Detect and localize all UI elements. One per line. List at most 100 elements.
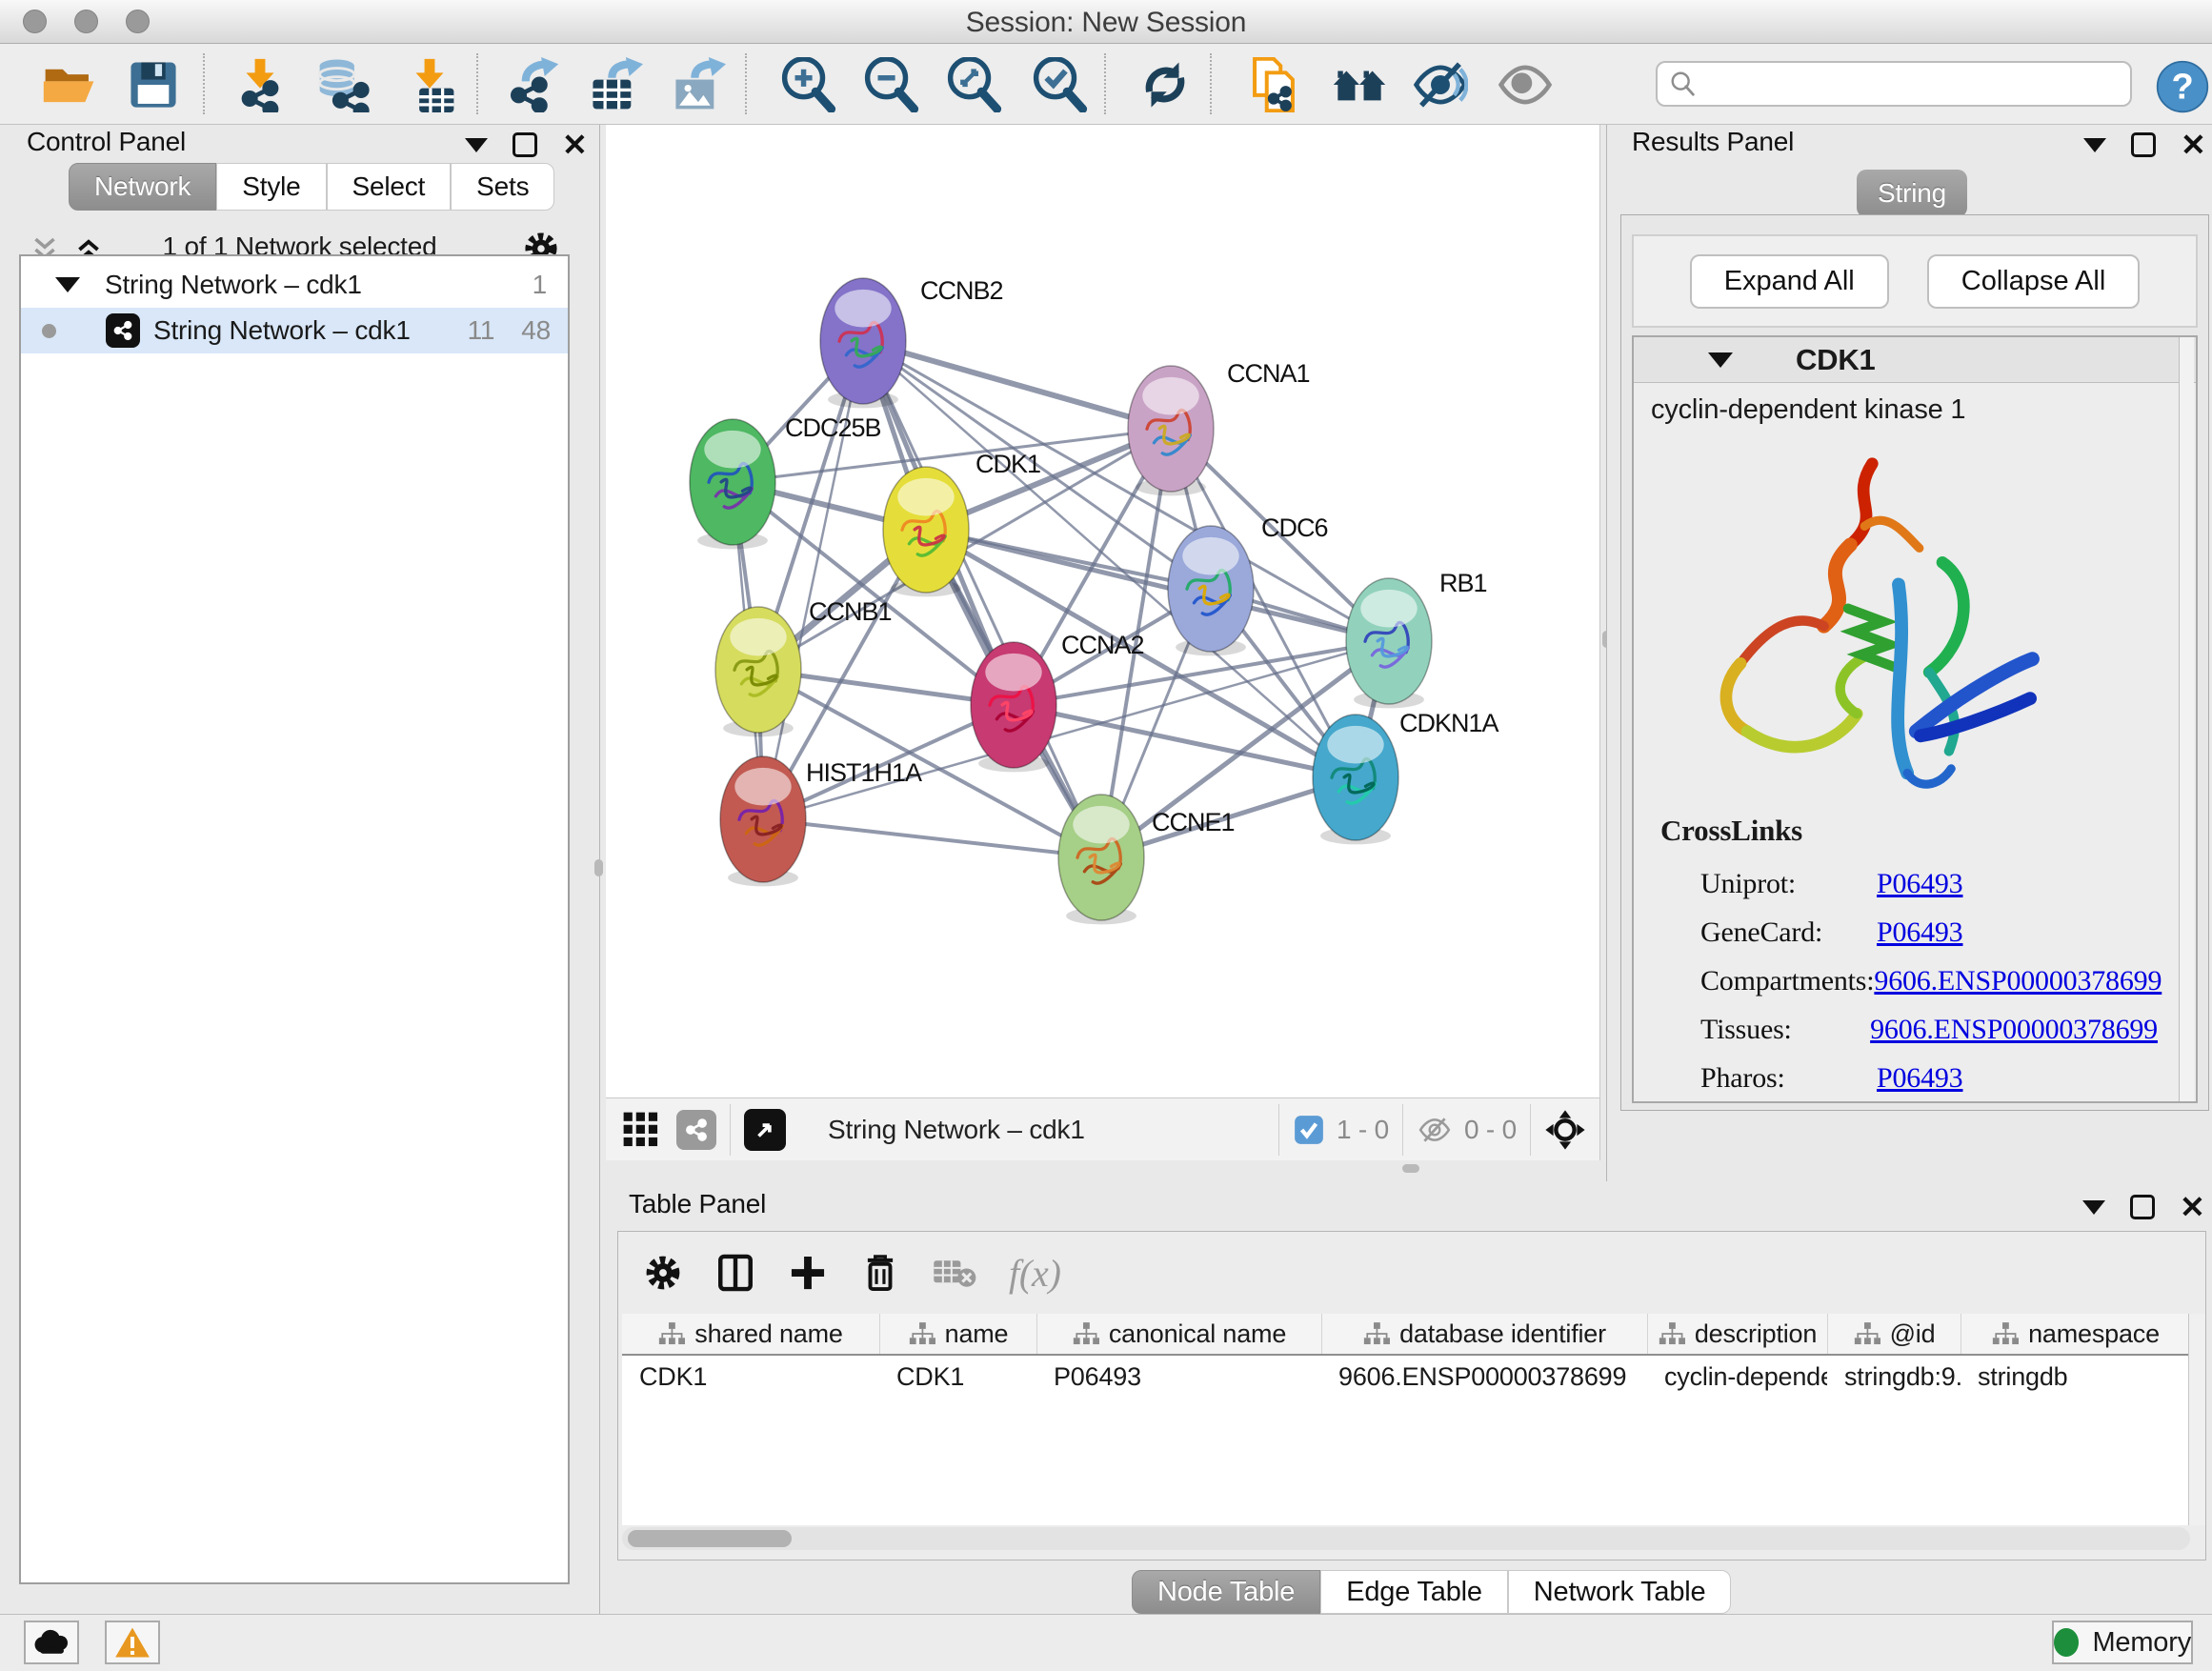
column-header-name[interactable]: name	[879, 1314, 1036, 1354]
panel-menu-icon[interactable]	[2083, 138, 2106, 152]
results-scrollbar[interactable]	[2179, 337, 2194, 1101]
table-horizontal-scrollbar[interactable]	[622, 1527, 2190, 1550]
table-cell[interactable]: 9606.ENSP00000378699	[1321, 1356, 1647, 1398]
tab-node-table[interactable]: Node Table	[1132, 1570, 1320, 1614]
add-column-icon[interactable]	[788, 1253, 828, 1293]
show-columns-icon[interactable]	[715, 1253, 755, 1293]
zoom-selected-icon[interactable]	[1033, 57, 1088, 112]
show-eye-icon[interactable]	[1498, 57, 1553, 112]
help-icon[interactable]: ?	[2155, 59, 2210, 114]
warnings-button[interactable]	[105, 1621, 160, 1664]
home-icon[interactable]	[1332, 57, 1387, 112]
search-input[interactable]	[1698, 69, 2098, 100]
panel-close-icon[interactable]: ✕	[2181, 132, 2206, 157]
panel-float-icon[interactable]	[513, 132, 537, 157]
column-header-database-identifier[interactable]: database identifier	[1321, 1314, 1647, 1354]
tab-edge-table[interactable]: Edge Table	[1320, 1570, 1508, 1614]
birds-eye-view-icon[interactable]	[1544, 1109, 1586, 1151]
panel-menu-icon[interactable]	[465, 138, 488, 152]
expand-collapse-row: Expand All Collapse All	[1632, 234, 2198, 328]
export-table-icon[interactable]	[588, 57, 643, 112]
panel-menu-icon[interactable]	[2082, 1200, 2105, 1215]
current-network-name: String Network – cdk1	[828, 1115, 1085, 1145]
toolbar-separator	[730, 1104, 731, 1156]
expand-all-button[interactable]: Expand All	[1690, 254, 1889, 309]
import-from-database-icon[interactable]	[316, 57, 372, 112]
tab-string[interactable]: String	[1857, 170, 1967, 217]
string-network-icon[interactable]	[676, 1110, 716, 1150]
table-row[interactable]: CDK1CDK1P064939606.ENSP00000378699cyclin…	[622, 1356, 2190, 1398]
collapse-all-button[interactable]: Collapse All	[1927, 254, 2141, 309]
table-cell[interactable]: CDK1	[879, 1356, 1036, 1398]
zoom-in-icon[interactable]	[781, 57, 836, 112]
save-session-icon[interactable]	[126, 57, 181, 112]
table-vertical-scrollbar[interactable]	[2188, 1314, 2205, 1525]
hidden-counts: 0 - 0	[1464, 1115, 1517, 1145]
crosslink-row: Tissues:9606.ENSP00000378699	[1700, 1005, 2158, 1054]
network-edge[interactable]	[926, 530, 1389, 641]
import-table-icon[interactable]	[402, 57, 457, 112]
open-session-icon[interactable]	[42, 57, 97, 112]
hide-selected-eye-icon[interactable]	[1413, 57, 1468, 112]
network-edge[interactable]	[863, 341, 1171, 429]
delete-table-icon[interactable]	[933, 1255, 976, 1291]
table-cell[interactable]: stringdb	[1961, 1356, 2190, 1398]
crosslink-link[interactable]: P06493	[1877, 1062, 1963, 1095]
export-network-icon[interactable]	[505, 57, 560, 112]
table-cell[interactable]: cyclin-dependent ...	[1647, 1356, 1827, 1398]
crosslink-link[interactable]: P06493	[1877, 916, 1963, 949]
main-toolbar: ?	[0, 44, 2212, 125]
network-edge[interactable]	[1014, 705, 1356, 777]
gene-section-header[interactable]: CDK1	[1634, 337, 2196, 383]
crosslink-link[interactable]: P06493	[1877, 868, 1963, 900]
panel-float-icon[interactable]	[2130, 1195, 2155, 1219]
column-header-description[interactable]: description	[1647, 1314, 1827, 1354]
toolbar-separator	[476, 53, 478, 114]
panel-float-icon[interactable]	[2131, 132, 2156, 157]
table-cell[interactable]: stringdb:9...	[1827, 1356, 1961, 1398]
import-network-icon[interactable]	[232, 57, 288, 112]
crosslink-link[interactable]: 9606.ENSP00000378699	[1874, 965, 2162, 997]
splitter-handle[interactable]	[594, 859, 603, 876]
column-header-namespace[interactable]: namespace	[1961, 1314, 2190, 1354]
memory-button[interactable]: Memory	[2052, 1621, 2193, 1664]
toolbar-separator	[1210, 53, 1212, 114]
zoom-fit-icon[interactable]	[947, 57, 1002, 112]
refresh-icon[interactable]	[1137, 57, 1193, 112]
protein-structure-image	[1679, 444, 2061, 806]
splitter-handle[interactable]	[1402, 1164, 1419, 1173]
duplicate-page-icon[interactable]	[1246, 57, 1301, 112]
function-builder-icon[interactable]: f(x)	[1009, 1251, 1061, 1296]
crosslink-link[interactable]: 9606.ENSP00000378699	[1870, 1014, 2158, 1046]
grid-view-icon[interactable]	[621, 1110, 661, 1150]
panel-close-icon[interactable]: ✕	[562, 132, 588, 157]
zoom-out-icon[interactable]	[864, 57, 919, 112]
table-options-gear-icon[interactable]	[643, 1253, 683, 1293]
node-label-CCNE1: CCNE1	[1152, 808, 1235, 836]
table-cell[interactable]: P06493	[1036, 1356, 1321, 1398]
export-image-icon[interactable]	[671, 57, 726, 112]
section-collapse-icon[interactable]	[1708, 352, 1733, 368]
tab-network-table[interactable]: Network Table	[1508, 1570, 1732, 1614]
column-header-canonical-name[interactable]: canonical name	[1036, 1314, 1321, 1354]
panel-close-icon[interactable]: ✕	[2180, 1195, 2205, 1219]
table-cell[interactable]: CDK1	[622, 1356, 879, 1398]
scrollbar-thumb[interactable]	[628, 1530, 792, 1547]
search-box[interactable]	[1656, 61, 2132, 107]
delete-column-icon[interactable]	[860, 1253, 900, 1293]
selected-checkbox-icon[interactable]	[1293, 1114, 1325, 1146]
network-view-toolbar: String Network – cdk1 1 - 0 0 - 0	[606, 1097, 1600, 1160]
network-canvas[interactable]: CCNB2CCNA1CDC25BCDK1CDC6RB1CCNB1CCNA2CDK…	[606, 125, 1600, 1097]
tab-network[interactable]: Network	[69, 163, 216, 211]
network-edge[interactable]	[763, 819, 1101, 857]
tab-sets[interactable]: Sets	[451, 163, 554, 211]
network-collection-row[interactable]: String Network – cdk1 1	[21, 262, 568, 308]
cloud-status-button[interactable]	[24, 1621, 79, 1664]
tab-style[interactable]: Style	[216, 163, 326, 211]
open-in-new-window-icon[interactable]	[744, 1109, 786, 1151]
column-header-id[interactable]: @id	[1827, 1314, 1961, 1354]
collection-expand-icon[interactable]	[55, 277, 80, 292]
column-header-shared-name[interactable]: shared name	[622, 1314, 879, 1354]
network-row-selected[interactable]: String Network – cdk1 11 48	[21, 308, 568, 353]
tab-select[interactable]: Select	[327, 163, 452, 211]
